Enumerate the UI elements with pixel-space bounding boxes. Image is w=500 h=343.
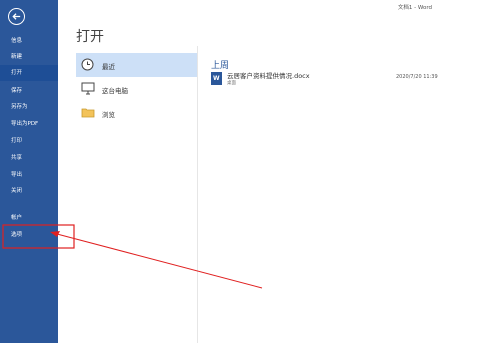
folder-icon	[81, 106, 95, 120]
nav-info[interactable]: 信息	[0, 33, 58, 49]
nav-save[interactable]: 保存	[0, 83, 58, 99]
nav-export-pdf[interactable]: 导出为PDF	[0, 116, 58, 132]
open-locations: 最近 这台电脑 浏览	[76, 53, 197, 125]
back-arrow-icon[interactable]	[8, 8, 25, 25]
place-this-pc-label: 这台电脑	[102, 87, 128, 95]
pane-divider	[197, 46, 198, 343]
nav-account[interactable]: 帐户	[0, 210, 58, 226]
backstage-sidebar: 信息 新建 打开 保存 另存为 导出为PDF 打印 共享 导出 关闭 帐户 选项	[0, 0, 58, 343]
place-browse-label: 浏览	[102, 111, 115, 119]
place-recent-label: 最近	[102, 63, 115, 71]
file-name: 云居客户资料提供情况.docx	[227, 72, 310, 80]
computer-icon	[81, 82, 95, 97]
clock-icon	[81, 58, 94, 73]
file-path: 桌面	[227, 81, 236, 86]
nav-export[interactable]: 导出	[0, 167, 58, 183]
annotation-overlay	[2, 224, 263, 289]
nav-close[interactable]: 关闭	[0, 183, 58, 199]
place-recent[interactable]: 最近	[76, 53, 197, 77]
nav-share[interactable]: 共享	[0, 150, 58, 166]
page-title: 打开	[76, 29, 104, 45]
place-this-pc[interactable]: 这台电脑	[76, 77, 197, 101]
place-browse[interactable]: 浏览	[76, 101, 197, 125]
window-title: 文档1 - Word	[397, 5, 432, 11]
nav-open[interactable]: 打开	[0, 65, 58, 81]
annotation-arrow-line	[56, 233, 263, 289]
nav-new[interactable]: 新建	[0, 49, 58, 65]
file-date: 2020/7/20 11:39	[396, 74, 438, 80]
recent-file-row[interactable]: 云居客户资料提供情况.docx 桌面 2020/7/20 11:39	[211, 70, 451, 90]
nav-print[interactable]: 打印	[0, 133, 58, 149]
word-document-icon	[211, 72, 222, 85]
nav-options[interactable]: 选项	[0, 227, 58, 243]
nav-save-as[interactable]: 另存为	[0, 99, 58, 115]
